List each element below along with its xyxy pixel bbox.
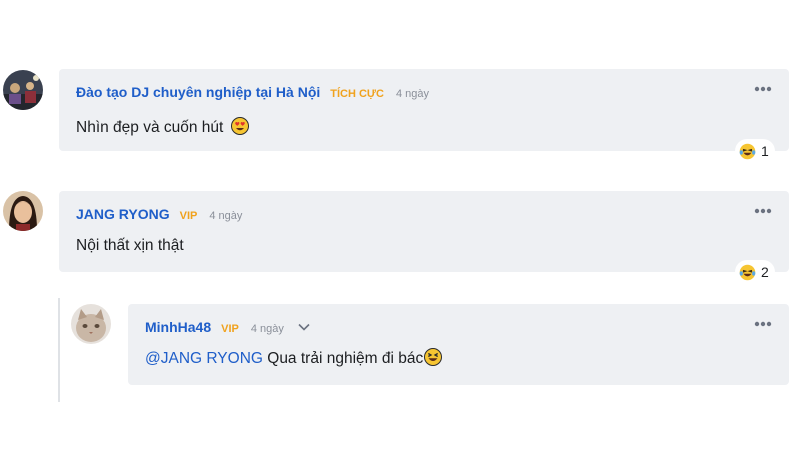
comment-body: Nội thất xịn thật [76, 237, 184, 254]
author-name[interactable]: JANG RYONG [76, 206, 170, 222]
comment-body: Nhìn đẹp và cuốn hút [76, 119, 224, 136]
comment-text: Nội thất xịn thật [76, 237, 184, 255]
avatar[interactable] [3, 70, 43, 110]
comment-body: Qua trải nghiệm đi bác [262, 350, 424, 367]
laughing-tears-icon [739, 264, 756, 280]
more-options-icon[interactable] [754, 208, 772, 214]
more-options-icon[interactable] [754, 321, 772, 327]
author-badge: VIP [179, 210, 198, 222]
author-name[interactable]: Đào tạo DJ chuyên nghiệp tại Hà Nội [76, 84, 320, 100]
laughing-tears-icon [739, 143, 756, 159]
reaction-summary[interactable]: 1 [735, 139, 775, 163]
reaction-count: 2 [761, 264, 769, 280]
avatar[interactable] [71, 304, 111, 344]
comment-text: Nhìn đẹp và cuốn hút [76, 117, 249, 137]
comment-card: Đào tạo DJ chuyên nghiệp tại Hà Nội TÍCH… [59, 69, 789, 151]
timestamp[interactable]: 4 ngày [251, 323, 284, 335]
author-badge: TÍCH CỰC [330, 88, 384, 100]
timestamp[interactable]: 4 ngày [396, 88, 429, 100]
avatar[interactable] [3, 191, 43, 231]
timestamp[interactable]: 4 ngày [209, 210, 242, 222]
author-badge: VIP [221, 323, 239, 335]
comment-header: Đào tạo DJ chuyên nghiệp tại Hà Nội TÍCH… [76, 84, 429, 100]
thread-line [58, 298, 60, 402]
author-name[interactable]: MinhHa48 [145, 319, 211, 335]
comment-card: JANG RYONG VIP 4 ngày Nội thất xịn thật [59, 191, 789, 272]
chevron-down-icon[interactable] [298, 323, 310, 331]
squinting-laugh-emoji [424, 348, 443, 366]
user-mention[interactable]: @JANG RYONG [145, 350, 263, 367]
reply-card: MinhHa48 VIP 4 ngày @JANG RYONG Qua trải… [128, 304, 789, 385]
comment-text: @JANG RYONG Qua trải nghiệm đi bác [145, 348, 443, 368]
more-options-icon[interactable] [754, 86, 772, 92]
reaction-count: 1 [761, 143, 769, 159]
reaction-summary[interactable]: 2 [735, 260, 775, 284]
comment-header: JANG RYONG VIP 4 ngày [76, 206, 242, 222]
comment-header: MinhHa48 VIP 4 ngày [145, 319, 310, 335]
heart-eyes-emoji [230, 117, 249, 135]
